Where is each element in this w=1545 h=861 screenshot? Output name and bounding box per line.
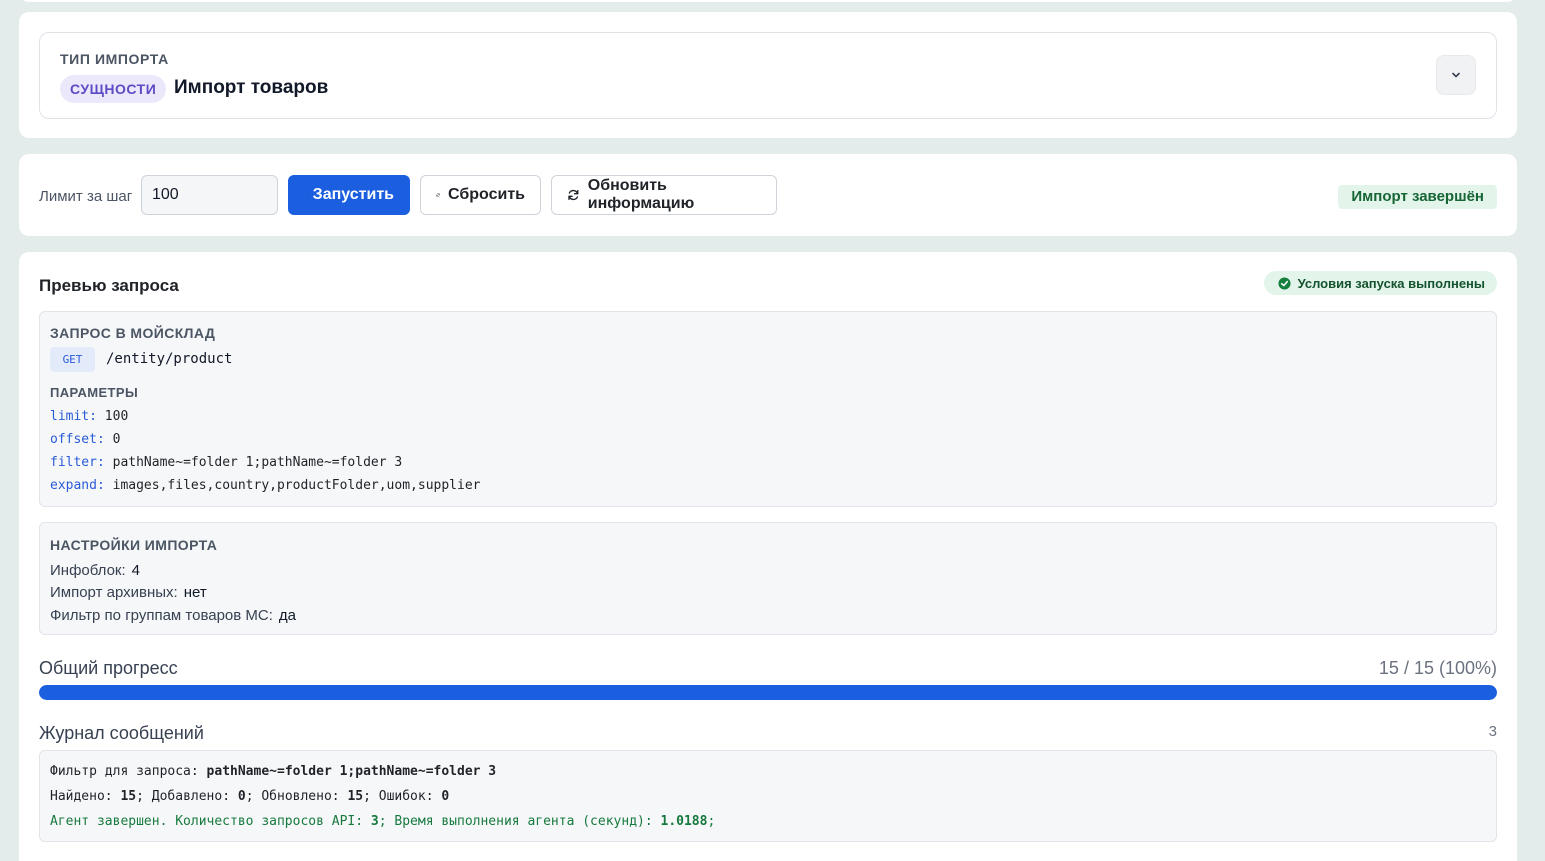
progress-count: 15 / 15 (100%) (1378, 658, 1497, 678)
log-text: Найдено: (50, 789, 113, 804)
param-value: images,files,country,productFolder,uom,s… (112, 478, 481, 493)
preview-title: Превью запроса (39, 276, 179, 295)
reset-button[interactable]: Сбросить (420, 175, 541, 215)
check-circle-icon (1278, 276, 1291, 290)
import-category-badge: СУЩНОСТИ (60, 75, 167, 103)
progress-label: Общий прогресс (39, 658, 178, 678)
setting-label: Инфоблок: (50, 562, 126, 579)
param-key: filter: (50, 455, 105, 470)
param-row: filter: pathName~=folder 1;pathName~=fol… (50, 455, 402, 470)
log-value: pathName~=folder 1;pathName~=folder 3 (206, 764, 497, 779)
import-type-title: Импорт товаров (174, 77, 329, 98)
log-line: Найдено: 15; Добавлено: 0; Обновлено: 15… (50, 789, 449, 804)
log-value: 15 (120, 789, 137, 804)
setting-row: Инфоблок: 4 (50, 562, 140, 579)
expand-button[interactable] (1436, 55, 1476, 95)
log-text: ; (707, 814, 716, 829)
log-value: 15 (347, 789, 364, 804)
play-icon (304, 194, 305, 196)
log-value: 0 (441, 789, 450, 804)
log-value: 3 (370, 814, 379, 829)
setting-row: Фильтр по группам товаров МС: да (50, 607, 296, 624)
setting-label: Импорт архивных: (50, 584, 178, 601)
refresh-info-button[interactable]: Обновить информацию (551, 175, 777, 215)
setting-value: да (278, 607, 297, 624)
setting-value: 4 (131, 562, 141, 579)
endpoint-path: /entity/product (106, 351, 233, 367)
setting-row: Импорт архивных: нет (50, 584, 207, 601)
refresh-info-button-label: Обновить информацию (587, 177, 695, 212)
params-caption: ПАРАМЕТРЫ (50, 385, 139, 400)
run-button-label: Запустить (312, 186, 394, 203)
log-line: Фильтр для запроса: pathName~=folder 1;p… (50, 764, 496, 779)
chevron-down-icon (1452, 72, 1460, 78)
refresh-icon (568, 189, 579, 201)
reset-button-label: Сбросить (448, 186, 525, 203)
import-status-badge: Импорт завершён (1338, 185, 1497, 209)
param-key: expand: (50, 478, 105, 493)
log-text: ; Добавлено: (136, 789, 231, 804)
param-row: expand: images,files,country,productFold… (50, 478, 480, 493)
log-text: ; Ошибок: (363, 789, 434, 804)
param-value: 0 (112, 432, 121, 447)
log-panel: Фильтр для запроса: pathName~=folder 1;p… (39, 750, 1497, 842)
setting-label: Фильтр по группам товаров МС: (50, 607, 273, 624)
param-key: limit: (50, 409, 97, 424)
import-type-card: ТИП ИМПОРТА СУЩНОСТИ Импорт товаров (19, 12, 1517, 138)
run-button[interactable]: Запустить (288, 175, 410, 215)
log-text: ; Время выполнения агента (секунд): (378, 814, 653, 829)
log-text: Агент завершен. Количество запросов API: (50, 814, 364, 829)
param-row: offset: 0 (50, 432, 120, 447)
log-text: Фильтр для запроса: (50, 764, 199, 779)
limit-label: Лимит за шаг (39, 188, 133, 205)
conditions-badge-label: Условия запуска выполнены (1297, 275, 1485, 291)
controls-card: Лимит за шаг Запустить Сбросить Обновить… (19, 154, 1517, 236)
preview-card: Превью запроса Условия запуска выполнены… (19, 252, 1517, 861)
log-count: 3 (1488, 723, 1497, 740)
setting-value: нет (183, 584, 207, 601)
request-caption: ЗАПРОС В МОЙСКЛАД (50, 325, 216, 341)
request-panel: ЗАПРОС В МОЙСКЛАД GET /entity/product ПА… (39, 311, 1497, 507)
log-line: Агент завершен. Количество запросов API:… (50, 814, 715, 829)
param-row: limit: 100 (50, 409, 128, 424)
settings-caption: НАСТРОЙКИ ИМПОРТА (50, 537, 218, 553)
settings-panel: НАСТРОЙКИ ИМПОРТА Инфоблок: 4 Импорт архи… (39, 522, 1497, 635)
log-text: ; Обновлено: (245, 789, 340, 804)
import-type-selector[interactable]: ТИП ИМПОРТА СУЩНОСТИ Импорт товаров (39, 32, 1497, 119)
log-value: 0 (237, 789, 246, 804)
conditions-badge: Условия запуска выполнены (1263, 271, 1497, 295)
limit-input[interactable] (141, 175, 278, 215)
param-key: offset: (50, 432, 105, 447)
log-label: Журнал сообщений (39, 723, 204, 743)
refresh-icon (436, 193, 440, 197)
previous-card (19, 0, 1517, 2)
method-badge: GET (50, 347, 95, 372)
progress-bar (39, 685, 1497, 700)
param-value: 100 (104, 409, 129, 424)
param-value: pathName~=folder 1;pathName~=folder 3 (112, 455, 403, 470)
progress-bar-fill (39, 685, 1497, 700)
import-type-caption: ТИП ИМПОРТА (60, 51, 169, 67)
log-value: 1.0188 (660, 814, 708, 829)
